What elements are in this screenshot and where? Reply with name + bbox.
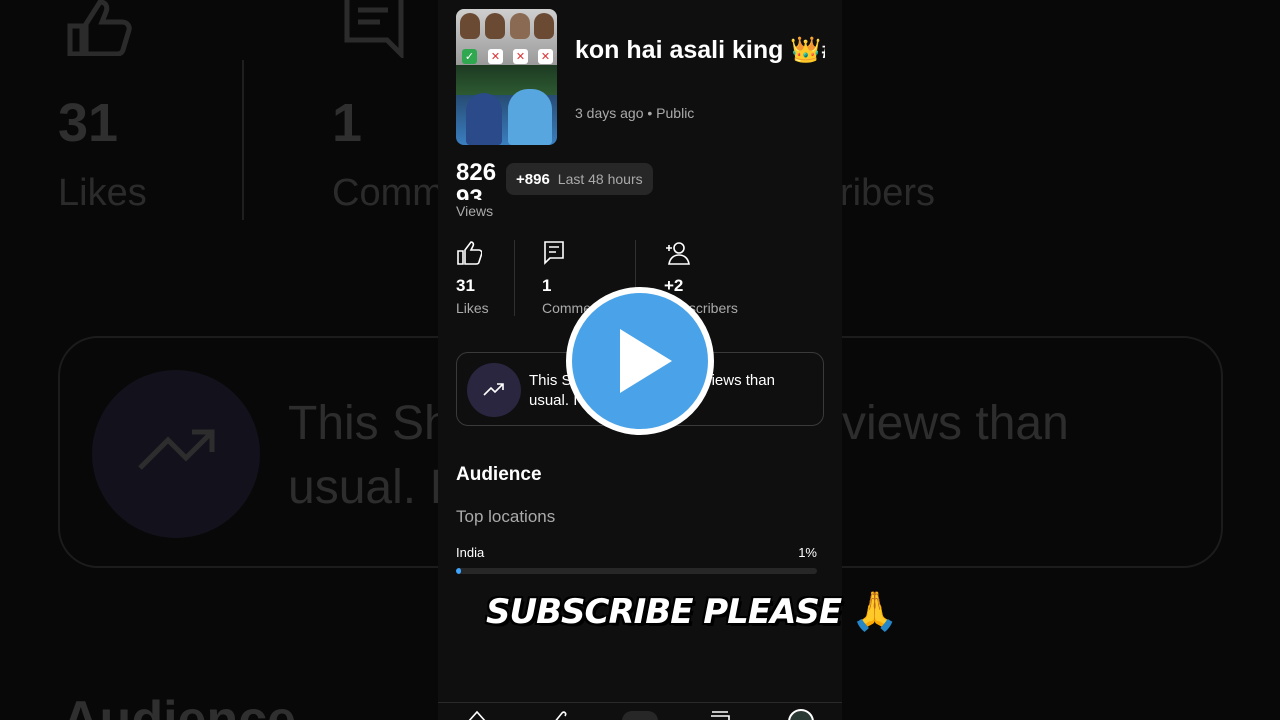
thumbnail-player: [466, 93, 502, 145]
praying-hands-icon: 🙏: [851, 591, 899, 633]
cross-icon: ✕: [538, 49, 553, 64]
video-meta: 3 days ago • Public: [575, 105, 695, 121]
comments-count: 1: [542, 276, 552, 295]
cross-icon: ✕: [488, 49, 503, 64]
audience-heading: Audience: [456, 464, 542, 485]
subscribers-count: +2: [664, 276, 684, 295]
thumbs-up-icon: [456, 240, 483, 266]
views-delta-chip: +896 Last 48 hours: [506, 163, 653, 195]
views-count: 826 93: [456, 160, 497, 200]
video-title[interactable]: kon hai asali king 👑#ipl #shortsfee…: [575, 33, 825, 68]
play-icon: [620, 329, 672, 393]
trending-up-icon: [483, 383, 504, 396]
thumbnail-face: [485, 13, 505, 39]
thumbnail-face: [460, 13, 480, 39]
home-icon[interactable]: [466, 709, 488, 720]
thumbnail-face: [510, 13, 530, 39]
views-delta: +896: [516, 170, 550, 188]
views-label: Views: [456, 203, 494, 219]
cross-icon: ✕: [513, 49, 528, 64]
location-percent: 1%: [798, 545, 817, 560]
thumbnail-player: [508, 89, 552, 145]
subscribe-banner: SUBSCRIBE PLEASE 🙏: [486, 584, 898, 640]
location-name: India: [456, 545, 485, 560]
subscriptions-icon[interactable]: [709, 709, 731, 720]
stat-likes: 31 Likes: [456, 240, 489, 316]
bottom-nav: [438, 702, 842, 720]
add-person-icon: [664, 240, 690, 266]
comment-icon: [542, 240, 568, 266]
shorts-icon[interactable]: [548, 709, 570, 720]
likes-count: 31: [456, 276, 475, 295]
location-bar-fill: [456, 568, 462, 574]
thumbnail-stadium: [456, 65, 557, 95]
stat-divider: [514, 240, 515, 316]
play-button[interactable]: [566, 287, 714, 435]
insight-icon-circle: [467, 363, 521, 417]
create-button[interactable]: [622, 711, 658, 720]
thumbnail-face: [534, 13, 554, 39]
check-icon: ✓: [462, 49, 477, 64]
likes-label: Likes: [456, 300, 489, 316]
subscribe-text: SUBSCRIBE PLEASE: [486, 592, 842, 632]
views-period: Last 48 hours: [557, 171, 643, 187]
video-thumbnail[interactable]: ✓ ✕ ✕ ✕: [456, 9, 557, 145]
top-locations-heading: Top locations: [456, 507, 556, 526]
avatar[interactable]: [788, 709, 814, 720]
location-bar: [456, 568, 817, 574]
